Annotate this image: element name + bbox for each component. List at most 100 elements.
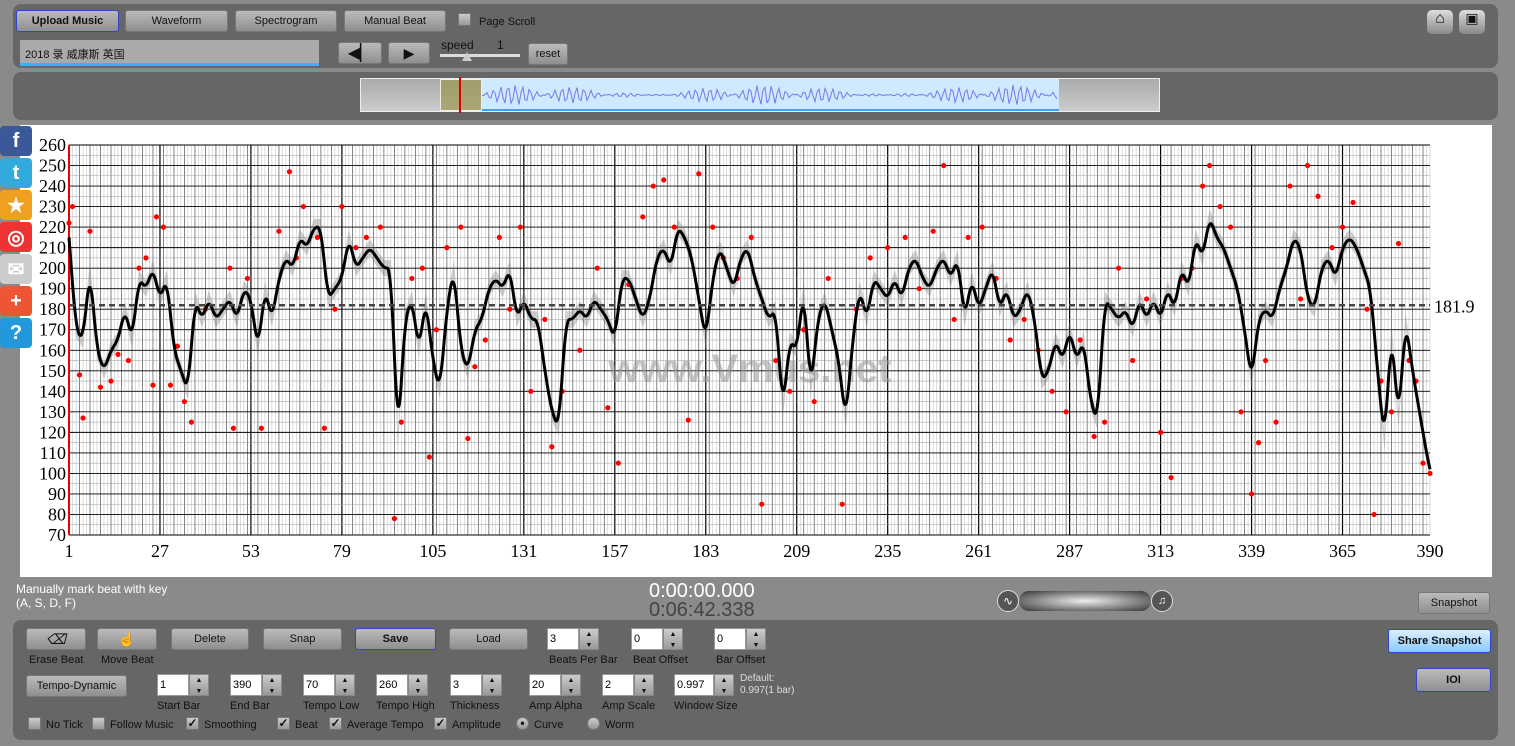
share-snapshot-button[interactable]: Share Snapshot — [1388, 629, 1491, 653]
stepper-arrows-icon[interactable]: ▲ ▼ — [408, 674, 428, 696]
beat-point — [300, 203, 307, 210]
stepper-arrows-icon[interactable]: ▲ ▼ — [482, 674, 502, 696]
amp-scale-input[interactable] — [602, 674, 634, 696]
tempo-low-spinner[interactable]: ▲▼ — [303, 674, 355, 696]
speed-slider-thumb[interactable] — [462, 52, 472, 61]
stepper-arrows-icon[interactable]: ▲ ▼ — [189, 674, 209, 696]
beats-per-bar-input[interactable] — [547, 628, 579, 650]
waveform-button[interactable]: Waveform — [125, 10, 228, 32]
beat-offset-input[interactable] — [631, 628, 663, 650]
move-beat-button[interactable]: ☝ — [97, 628, 157, 650]
speed-slider[interactable] — [440, 52, 520, 61]
stepper-arrows-icon[interactable]: ▲ ▼ — [262, 674, 282, 696]
ioi-button[interactable]: IOI — [1416, 668, 1491, 692]
beat-point — [1420, 460, 1426, 466]
beat-point — [1339, 224, 1346, 230]
window-size-input[interactable] — [674, 674, 714, 696]
worm-radio[interactable] — [587, 717, 600, 730]
stepper-arrows-icon[interactable]: ▲ ▼ — [561, 674, 581, 696]
beat-mode-icon[interactable]: ♫ — [1151, 590, 1173, 612]
default-line-2: 0.997(1 bar) — [740, 685, 795, 696]
spectrogram-button[interactable]: Spectrogram — [235, 10, 337, 32]
thickness-spinner[interactable]: ▲▼ — [450, 674, 502, 696]
stepper-arrows-icon[interactable]: ▲ ▼ — [746, 628, 766, 650]
stepper-arrows-icon[interactable]: ▲ ▼ — [714, 674, 734, 696]
end-bar-spinner[interactable]: ▲▼ — [230, 674, 282, 696]
beat-offset-spinner[interactable]: ▲▼ — [631, 628, 683, 650]
amplitude-checkbox[interactable]: ✓ — [434, 717, 447, 730]
load-button[interactable]: Load — [449, 628, 528, 650]
amp-alpha-spinner[interactable]: ▲▼ — [529, 674, 581, 696]
beat-point — [482, 337, 488, 343]
x-tick-label: 287 — [1056, 541, 1083, 561]
beat-point — [230, 425, 237, 431]
smoothing-checkbox[interactable]: ✓ — [186, 717, 199, 730]
curve-radio[interactable]: • — [516, 717, 529, 730]
y-tick-label: 160 — [39, 340, 66, 360]
beat-point — [377, 224, 383, 230]
tempo-dynamic-button[interactable]: Tempo-Dynamic — [26, 675, 127, 697]
tempo-high-input[interactable] — [376, 674, 408, 696]
beat-point — [615, 460, 621, 466]
manual-beat-button[interactable]: Manual Beat — [344, 10, 446, 32]
stepper-arrows-icon[interactable]: ▲ ▼ — [634, 674, 654, 696]
beat-point — [143, 255, 149, 261]
selection-window[interactable] — [440, 79, 482, 111]
end-bar-input[interactable] — [230, 674, 262, 696]
stepper-arrows-icon[interactable]: ▲ ▼ — [663, 628, 683, 650]
add-icon[interactable]: + — [0, 286, 32, 316]
twitter-icon[interactable]: t — [0, 158, 32, 188]
amplitude-slider[interactable] — [1019, 591, 1151, 611]
facebook-icon[interactable]: f — [0, 126, 32, 156]
beat-point — [930, 228, 936, 234]
wave-mode-icon[interactable]: ∿ — [997, 590, 1019, 612]
song-title-field[interactable]: 2018 录 威康斯 英国 — [20, 40, 319, 66]
home-icon[interactable]: ⌂ — [1427, 10, 1453, 34]
help-icon[interactable]: ? — [0, 318, 32, 348]
stepper-arrows-icon[interactable]: ▲ ▼ — [579, 628, 599, 650]
beats-per-bar-spinner[interactable]: ▲▼ — [547, 628, 599, 650]
amplitude-band — [69, 208, 1430, 478]
fullscreen-icon[interactable]: ▣ — [1459, 10, 1485, 34]
amp-scale-spinner[interactable]: ▲▼ — [602, 674, 654, 696]
window-size-spinner[interactable]: ▲▼ — [674, 674, 734, 696]
no-tick-checkbox[interactable] — [28, 717, 41, 730]
beat-point — [87, 228, 93, 234]
playhead-marker[interactable] — [459, 77, 461, 113]
follow-music-checkbox[interactable] — [92, 717, 105, 730]
upload-music-button[interactable]: Upload Music — [16, 10, 119, 32]
start-bar-spinner[interactable]: ▲▼ — [157, 674, 209, 696]
average-tempo-checkbox[interactable]: ✓ — [329, 717, 342, 730]
page-scroll-checkbox[interactable] — [458, 13, 471, 26]
y-tick-label: 170 — [39, 320, 66, 340]
beat-point — [181, 398, 188, 405]
beat-point — [1304, 162, 1311, 169]
amp-alpha-input[interactable] — [529, 674, 561, 696]
reset-button[interactable]: reset — [528, 43, 568, 65]
snap-button[interactable]: Snap — [263, 628, 342, 650]
thickness-input[interactable] — [450, 674, 482, 696]
beat-point — [517, 224, 523, 230]
favorite-icon[interactable]: ★ — [0, 190, 32, 220]
tempo-low-input[interactable] — [303, 674, 335, 696]
rewind-button[interactable]: ◀▏ — [338, 42, 382, 64]
weibo-icon[interactable]: ◎ — [0, 222, 32, 252]
start-bar-input[interactable] — [157, 674, 189, 696]
bar-offset-spinner[interactable]: ▲▼ — [714, 628, 766, 650]
bar-offset-input[interactable] — [714, 628, 746, 650]
email-icon[interactable]: ✉ — [0, 254, 32, 284]
beat-point — [748, 234, 754, 240]
beat-point — [391, 515, 397, 522]
waveform-overview[interactable] — [360, 77, 1160, 113]
stepper-arrows-icon[interactable]: ▲ ▼ — [335, 674, 355, 696]
snapshot-button[interactable]: Snapshot — [1418, 592, 1490, 614]
beat-checkbox[interactable]: ✓ — [277, 717, 290, 730]
erase-beat-button[interactable]: ⌫ — [26, 628, 86, 650]
tempo-chart[interactable]: 7080901001101201301401501601701801902002… — [20, 125, 1492, 577]
save-button[interactable]: Save — [355, 628, 436, 650]
play-button[interactable]: ▶ — [388, 42, 430, 64]
x-tick-label: 105 — [419, 541, 446, 561]
delete-button[interactable]: Delete — [171, 628, 249, 650]
tempo-high-spinner[interactable]: ▲▼ — [376, 674, 428, 696]
beat-point — [97, 384, 104, 390]
